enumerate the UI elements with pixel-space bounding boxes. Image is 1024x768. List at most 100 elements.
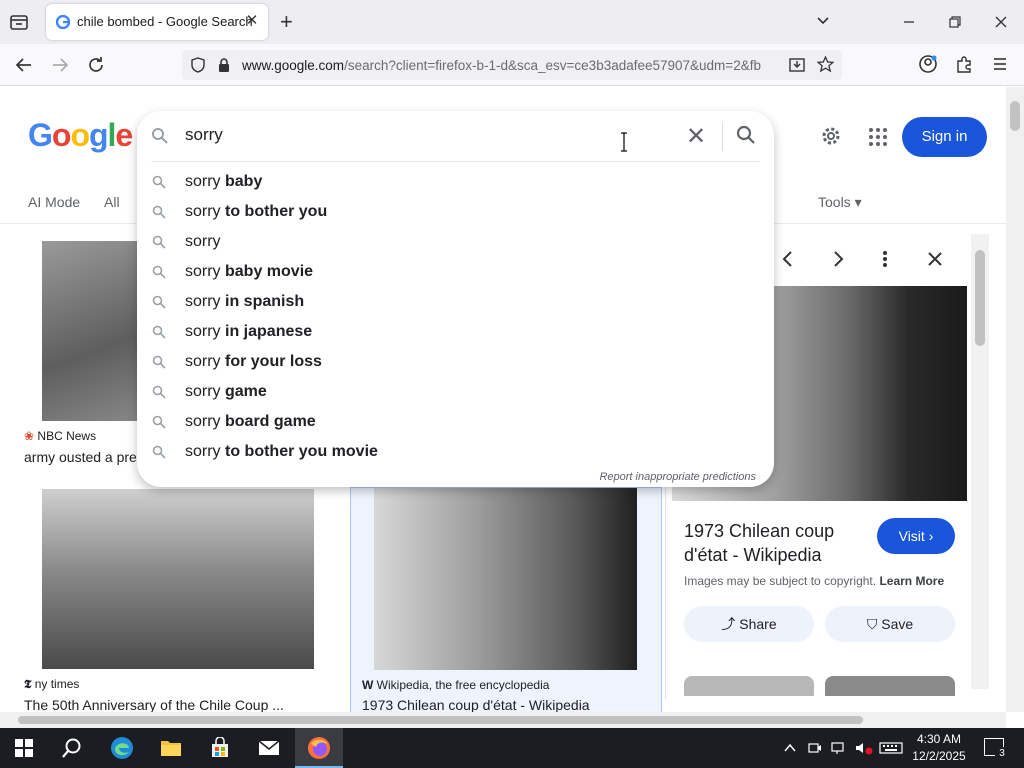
- suggestion-completion: for your loss: [220, 353, 322, 370]
- network-icon[interactable]: [831, 741, 847, 755]
- suggestion-item[interactable]: sorry to bother you movie: [137, 437, 774, 467]
- related-image-1[interactable]: [684, 676, 814, 696]
- browser-tab-active[interactable]: chile bombed - Google Search ✕: [46, 4, 268, 40]
- tools-menu[interactable]: Tools ▾: [818, 194, 862, 211]
- result-source-name: NBC News: [37, 429, 97, 443]
- start-button[interactable]: [0, 728, 48, 768]
- save-button[interactable]: ⛉ Save: [825, 606, 955, 642]
- preview-title[interactable]: 1973 Chilean coup d'état - Wikipedia: [684, 519, 874, 567]
- close-panel-icon[interactable]: [926, 250, 944, 268]
- panel-scrollbar[interactable]: [971, 234, 989, 689]
- result-thumbnail[interactable]: [42, 241, 142, 421]
- suggestion-prefix: sorry: [185, 413, 221, 430]
- text-cursor-icon: [621, 132, 627, 152]
- suggestion-item[interactable]: sorry to bother you: [137, 197, 774, 227]
- search-icon: [152, 265, 166, 279]
- visit-button[interactable]: Visit ›: [877, 518, 955, 554]
- tab-close-icon[interactable]: ✕: [244, 13, 260, 29]
- related-image-2[interactable]: [825, 676, 955, 696]
- page-vertical-scrollbar[interactable]: [1006, 87, 1024, 712]
- result-caption[interactable]: The 50th Anniversary of the Chile Coup .…: [24, 697, 284, 712]
- search-icon: [152, 415, 166, 429]
- suggestion-completion: in japanese: [220, 323, 313, 340]
- notification-center-icon[interactable]: 3: [984, 738, 1009, 761]
- sign-in-button[interactable]: Sign in: [902, 117, 987, 157]
- search-submit-icon[interactable]: [736, 125, 756, 145]
- taskbar-firefox[interactable]: [295, 728, 343, 768]
- nyt-logo-icon: 𝕿: [24, 677, 32, 691]
- share-button[interactable]: ⤴ Share: [684, 606, 814, 642]
- suggestion-completion: to bother you movie: [220, 443, 378, 460]
- search-input[interactable]: [185, 125, 605, 145]
- panel-scroll-thumb[interactable]: [975, 250, 985, 346]
- tray-chevron-up-icon[interactable]: [784, 742, 796, 754]
- search-icon: [152, 128, 168, 144]
- taskbar-store[interactable]: [196, 728, 244, 768]
- wikipedia-logo-icon: W: [362, 678, 374, 692]
- taskbar-file-explorer[interactable]: [147, 728, 195, 768]
- share-label: Share: [739, 616, 777, 632]
- next-chevron-icon[interactable]: [830, 250, 846, 268]
- address-bar[interactable]: www.google.com/search?client=firefox-b-1…: [182, 50, 842, 80]
- suggestion-item[interactable]: sorry in japanese: [137, 317, 774, 347]
- tab-all[interactable]: All: [104, 194, 120, 210]
- suggestion-item[interactable]: sorry game: [137, 377, 774, 407]
- close-window-icon[interactable]: [994, 15, 1008, 29]
- suggestion-item[interactable]: sorry baby: [137, 167, 774, 197]
- keyboard-icon[interactable]: [879, 741, 903, 755]
- taskbar-edge[interactable]: [98, 728, 146, 768]
- report-predictions-link[interactable]: Report inappropriate predictions: [599, 471, 756, 483]
- taskbar-mail[interactable]: [245, 728, 293, 768]
- tab-list-icon[interactable]: [8, 11, 30, 33]
- suggestion-item[interactable]: sorry: [137, 227, 774, 257]
- reader-view-icon[interactable]: [789, 57, 805, 73]
- image-result-2[interactable]: 𝕿 ny times The 50th Anniversary of the C…: [22, 489, 342, 712]
- taskbar-search[interactable]: [48, 728, 96, 768]
- previous-chevron-icon[interactable]: [780, 250, 796, 268]
- meet-now-icon[interactable]: [808, 741, 822, 755]
- result-thumbnail[interactable]: [42, 489, 314, 669]
- system-clock[interactable]: 4:30 AM 12/2/2025: [912, 731, 966, 765]
- suggestion-item[interactable]: sorry board game: [137, 407, 774, 437]
- page-scroll-thumb[interactable]: [1010, 101, 1020, 131]
- google-logo[interactable]: Google: [28, 117, 133, 154]
- nbc-logo-icon: ❀: [24, 429, 35, 443]
- url-path: /search?client=firefox-b-1-d&sca_esv=ce3…: [344, 58, 761, 73]
- suggestion-completion: baby movie: [220, 263, 314, 280]
- restore-icon[interactable]: [948, 15, 962, 29]
- suggestion-text: sorry board game: [185, 413, 316, 431]
- suggestion-item[interactable]: sorry baby movie: [137, 257, 774, 287]
- suggestion-prefix: sorry: [185, 263, 221, 280]
- forward-arrow-icon[interactable]: [49, 54, 71, 76]
- image-result-3-selected[interactable]: W Wikipedia, the free encyclopedia 1973 …: [350, 487, 662, 712]
- suggestion-item[interactable]: sorry for your loss: [137, 347, 774, 377]
- image-result-1[interactable]: ❀ NBC News army ousted a pre: [22, 241, 142, 466]
- suggestion-completion: game: [220, 383, 267, 400]
- suggestion-completion: board game: [220, 413, 316, 430]
- menu-hamburger-icon[interactable]: [992, 56, 1008, 72]
- page-horizontal-scrollbar[interactable]: [0, 712, 1006, 728]
- back-arrow-icon[interactable]: [13, 54, 35, 76]
- clear-search-icon[interactable]: ✕: [686, 125, 706, 149]
- bookmark-star-icon[interactable]: [817, 56, 834, 73]
- result-thumbnail[interactable]: [374, 488, 637, 670]
- suggestion-item[interactable]: sorry in spanish: [137, 287, 774, 317]
- new-tab-button[interactable]: +: [280, 11, 293, 33]
- account-icon[interactable]: [918, 54, 938, 74]
- shield-icon[interactable]: [190, 57, 206, 73]
- settings-gear-icon[interactable]: [820, 125, 842, 147]
- tab-overflow-chevron-icon[interactable]: [816, 14, 830, 28]
- result-caption[interactable]: 1973 Chilean coup d'état - Wikipedia: [362, 697, 590, 712]
- extensions-icon[interactable]: [955, 55, 973, 73]
- lock-icon[interactable]: [217, 57, 231, 73]
- more-options-icon[interactable]: [880, 250, 890, 268]
- google-apps-icon[interactable]: [868, 127, 888, 147]
- minimize-icon[interactable]: [902, 15, 916, 29]
- suggestion-text: sorry game: [185, 383, 267, 401]
- page-hscroll-thumb[interactable]: [18, 716, 863, 724]
- volume-muted-icon[interactable]: [855, 741, 873, 755]
- reload-icon[interactable]: [85, 54, 107, 76]
- result-caption[interactable]: army ousted a pre: [24, 449, 137, 465]
- learn-more-link[interactable]: Learn More: [879, 574, 944, 588]
- tab-ai-mode[interactable]: AI Mode: [28, 194, 80, 210]
